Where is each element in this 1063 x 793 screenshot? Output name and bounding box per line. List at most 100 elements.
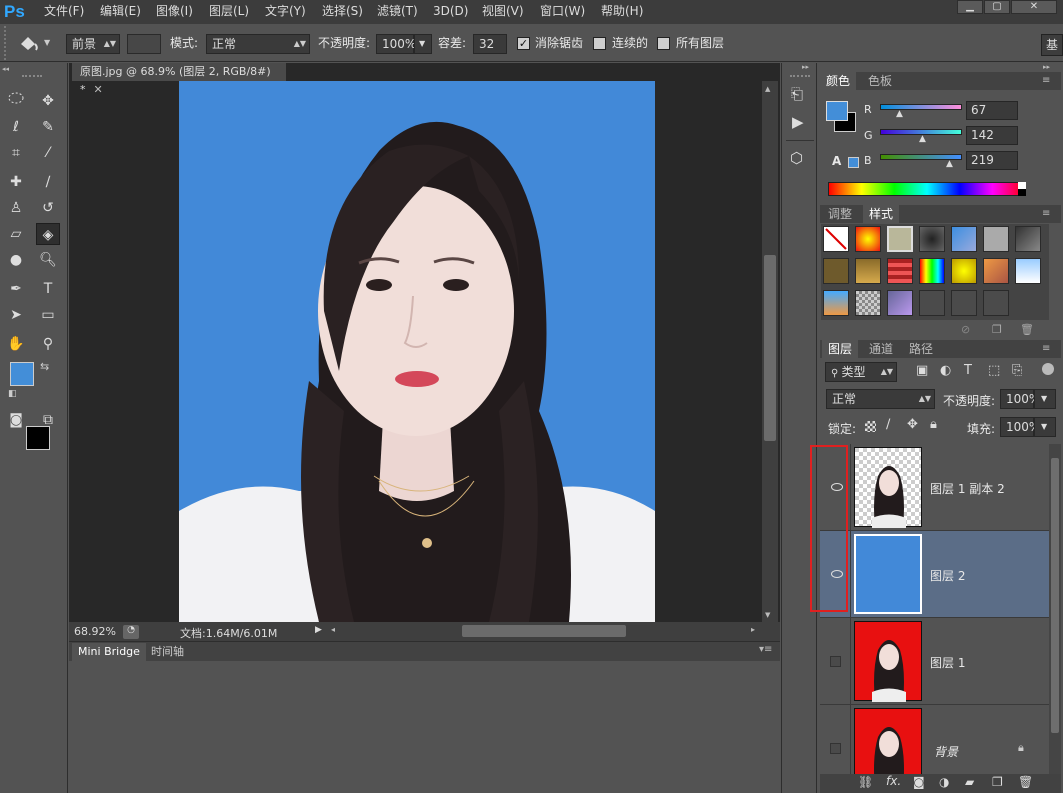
tool-preset-chevron-down-icon[interactable]: ▼ xyxy=(44,38,50,47)
slider-handle-icon[interactable]: ▲ xyxy=(896,109,903,119)
path-select-icon[interactable]: ➤ xyxy=(4,304,28,326)
new-group-folder-icon[interactable]: ▰ xyxy=(965,775,974,789)
style-swatch[interactable] xyxy=(951,226,977,252)
scroll-down-icon[interactable]: ▼ xyxy=(765,611,770,619)
filter-shape-icon[interactable]: ⬚ xyxy=(988,363,1000,378)
actions-play-icon[interactable]: ▶ xyxy=(792,113,804,131)
healing-brush-icon[interactable]: ✚ xyxy=(4,171,28,193)
scroll-left-icon[interactable]: ◂ xyxy=(331,625,335,634)
tolerance-input[interactable]: 32 xyxy=(473,34,507,54)
lock-position-move-icon[interactable]: ✥ xyxy=(907,417,918,432)
filter-pixel-icon[interactable]: ▣ xyxy=(916,363,928,378)
status-menu-arrow-icon[interactable]: ▶ xyxy=(315,625,322,635)
style-swatch[interactable] xyxy=(919,290,945,316)
layer-opacity-input[interactable]: 100% xyxy=(1000,389,1040,409)
tab-color[interactable]: 颜色 xyxy=(820,72,857,90)
filter-smart-object-icon[interactable]: ⎘ xyxy=(1012,363,1022,378)
zoom-readout[interactable]: 68.92% xyxy=(74,625,122,639)
maximize-button[interactable]: ▢ xyxy=(984,0,1010,14)
layer-row-selected[interactable]: 图层 2 xyxy=(820,531,1049,618)
tab-swatches[interactable]: 色板 xyxy=(864,72,896,90)
close-tab-icon[interactable]: ✕ xyxy=(94,83,103,96)
eyedropper-icon[interactable]: ⁄ xyxy=(36,142,60,164)
clone-stamp-icon[interactable]: ♙ xyxy=(4,197,28,219)
default-colors-icon[interactable]: ◧ xyxy=(8,389,17,399)
delete-style-icon[interactable]: 🗑︎ xyxy=(1020,323,1034,336)
menu-3d[interactable]: 3D(D) xyxy=(433,0,468,24)
panel-menu-icon[interactable]: ≡ xyxy=(1042,205,1050,223)
fill-source-select[interactable]: 前景 ▲▼ xyxy=(66,34,120,54)
style-swatch[interactable] xyxy=(983,290,1009,316)
channel-g-value[interactable]: 142 xyxy=(966,126,1018,145)
foreground-color-swatch[interactable] xyxy=(10,362,34,386)
style-swatch[interactable] xyxy=(919,226,945,252)
menu-filter[interactable]: 滤镜(T) xyxy=(377,0,418,24)
style-swatch[interactable] xyxy=(951,290,977,316)
style-swatch[interactable] xyxy=(1015,258,1041,284)
style-swatch[interactable] xyxy=(951,258,977,284)
slider-handle-icon[interactable]: ▲ xyxy=(919,134,926,144)
pattern-picker[interactable] xyxy=(127,34,161,54)
menu-layer[interactable]: 图层(L) xyxy=(209,0,249,24)
blend-mode-select[interactable]: 正常 ▲▼ xyxy=(826,389,935,409)
new-style-icon[interactable]: ❐ xyxy=(992,323,1002,336)
tab-adjustments[interactable]: 调整 xyxy=(822,205,858,223)
tab-channels[interactable]: 通道 xyxy=(863,340,899,358)
add-mask-icon[interactable]: ◙ xyxy=(913,775,925,789)
panel-menu-icon[interactable]: ≡ xyxy=(1042,340,1050,358)
layer-name[interactable]: 图层 2 xyxy=(930,567,965,584)
layer-row[interactable]: 背景 🔒︎ xyxy=(820,705,1049,774)
layers-scrollbar[interactable] xyxy=(1049,444,1061,774)
mode-select[interactable]: 正常 ▲▼ xyxy=(206,34,310,54)
type-tool-icon[interactable]: T xyxy=(36,278,60,300)
channel-r-slider[interactable] xyxy=(880,104,962,110)
layer-row[interactable]: 图层 1 副本 2 xyxy=(820,444,1049,531)
panel-menu-icon[interactable]: ▾≡ xyxy=(759,644,772,655)
style-swatch[interactable] xyxy=(823,290,849,316)
crop-tool-icon[interactable]: ⌗ xyxy=(4,142,28,164)
rectangle-tool-icon[interactable]: ▭ xyxy=(36,304,60,326)
layer-filter-select[interactable]: ⚲ 类型 ▲▼ xyxy=(825,362,897,382)
status-info-icon[interactable]: ◔ xyxy=(123,625,139,639)
filter-adjustment-icon[interactable]: ◐ xyxy=(940,363,951,378)
filter-type-icon[interactable]: T xyxy=(964,363,972,378)
fx-icon[interactable]: fx. xyxy=(886,774,901,788)
layer-name[interactable]: 图层 1 副本 2 xyxy=(930,480,1005,497)
visibility-toggle-off[interactable] xyxy=(830,656,841,667)
minimize-button[interactable]: ▁ xyxy=(957,0,983,14)
channel-r-value[interactable]: 67 xyxy=(966,101,1018,120)
fill-input[interactable]: 100% xyxy=(1000,417,1040,437)
quick-mask-icon[interactable]: ◙ xyxy=(4,409,28,431)
menu-edit[interactable]: 编辑(E) xyxy=(100,0,141,24)
grip-handle[interactable] xyxy=(4,26,14,60)
close-button[interactable]: ✕ xyxy=(1011,0,1057,14)
style-swatch[interactable] xyxy=(919,258,945,284)
tab-paths[interactable]: 路径 xyxy=(903,340,939,358)
menu-image[interactable]: 图像(I) xyxy=(156,0,193,24)
menu-view[interactable]: 视图(V) xyxy=(482,0,524,24)
scroll-up-icon[interactable]: ▲ xyxy=(765,85,770,93)
dodge-tool-icon[interactable]: 🔍︎ xyxy=(36,249,60,271)
collapse-icon[interactable]: ◂◂ xyxy=(2,65,9,73)
style-swatch[interactable] xyxy=(887,290,913,316)
lock-transparent-icon[interactable] xyxy=(865,421,876,432)
visibility-toggle-off[interactable] xyxy=(830,743,841,754)
style-swatch[interactable] xyxy=(983,258,1009,284)
vertical-scrollbar[interactable]: ▲ ▼ xyxy=(762,81,778,622)
eraser-tool-icon[interactable]: ▱ xyxy=(4,223,28,245)
document-tab[interactable]: 原图.jpg @ 68.9% (图层 2, RGB/8#) * ✕ xyxy=(72,63,286,96)
style-swatch[interactable] xyxy=(855,290,881,316)
style-none-icon[interactable] xyxy=(823,226,849,252)
workspace-button[interactable]: 基 xyxy=(1041,34,1063,56)
grip-handle[interactable] xyxy=(790,75,810,77)
adjustment-layer-icon[interactable]: ◑ xyxy=(939,775,949,789)
layer-name[interactable]: 背景 xyxy=(934,743,958,760)
scroll-right-icon[interactable]: ▸ xyxy=(751,625,755,634)
style-swatch[interactable] xyxy=(887,226,913,252)
quick-select-icon[interactable]: ✎ xyxy=(36,116,60,138)
move-tool-icon[interactable]: ✥ xyxy=(36,90,60,112)
style-swatch[interactable] xyxy=(983,226,1009,252)
paint-bucket-icon[interactable] xyxy=(18,34,40,56)
menu-window[interactable]: 窗口(W) xyxy=(540,0,585,24)
grip-handle[interactable] xyxy=(22,75,42,77)
